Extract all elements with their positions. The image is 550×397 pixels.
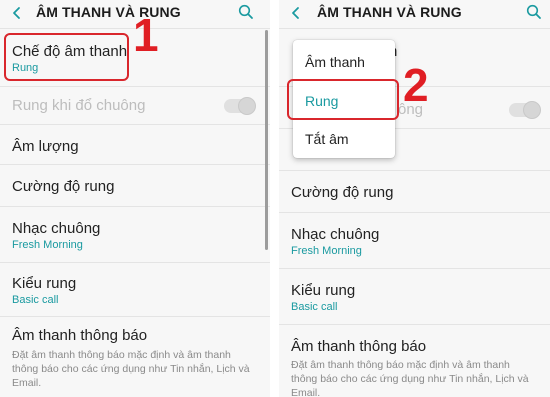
ringtone-row[interactable]: Nhạc chuông Fresh Morning xyxy=(0,206,270,263)
vibration-intensity-row[interactable]: Cường độ rung xyxy=(0,164,270,207)
vibrate-when-ringing-title: Rung khi đổ chuông xyxy=(12,97,146,114)
highlight-box xyxy=(287,79,399,120)
vibration-intensity-row[interactable]: Cường độ rung xyxy=(279,170,550,213)
volume-title: Âm lượng xyxy=(12,138,79,155)
vibration-intensity-title: Cường độ rung xyxy=(291,184,394,201)
chevron-left-icon[interactable] xyxy=(289,6,303,20)
step-number: 2 xyxy=(403,59,429,111)
toggle-knob xyxy=(238,97,256,115)
panel-divider xyxy=(270,0,279,397)
vibrate-when-ringing-toggle[interactable] xyxy=(224,97,256,115)
vibration-intensity-title: Cường độ rung xyxy=(12,178,115,195)
popup-option-mute[interactable]: Tắt âm xyxy=(305,131,349,147)
vibration-pattern-value: Basic call xyxy=(291,301,338,313)
search-icon[interactable] xyxy=(238,4,254,20)
vibration-pattern-value: Basic call xyxy=(12,294,59,306)
notification-sound-row[interactable]: Âm thanh thông báo Đặt âm thanh thông bá… xyxy=(279,324,550,397)
notification-sound-title: Âm thanh thông báo xyxy=(291,338,427,355)
chevron-left-icon[interactable] xyxy=(10,6,24,20)
vibration-pattern-row[interactable]: Kiểu rung Basic call xyxy=(279,268,550,325)
notification-sound-title: Âm thanh thông báo xyxy=(12,327,148,344)
vibrate-when-ringing-toggle[interactable] xyxy=(509,101,541,119)
popup-option-sound[interactable]: Âm thanh xyxy=(305,54,365,70)
page-title: ÂM THANH VÀ RUNG xyxy=(317,4,462,20)
vibrate-when-ringing-row[interactable]: Rung khi đổ chuông xyxy=(0,86,270,125)
ringtone-title: Nhạc chuông xyxy=(291,226,380,243)
ringtone-value: Fresh Morning xyxy=(291,245,362,257)
notification-sound-row[interactable]: Âm thanh thông báo Đặt âm thanh thông bá… xyxy=(0,316,270,397)
step-number: 1 xyxy=(133,9,159,61)
page-title: ÂM THANH VÀ RUNG xyxy=(36,4,181,20)
app-bar: ÂM THANH VÀ RUNG xyxy=(279,0,550,26)
toggle-knob xyxy=(523,101,541,119)
volume-row[interactable]: Âm lượng xyxy=(0,124,270,165)
left-screen: ÂM THANH VÀ RUNG Chế độ âm thanh Rung Ru… xyxy=(0,0,270,397)
vibration-pattern-row[interactable]: Kiểu rung Basic call xyxy=(0,262,270,317)
notification-sound-description: Đặt âm thanh thông báo mặc định và âm th… xyxy=(12,349,250,389)
search-icon[interactable] xyxy=(526,4,542,20)
vibration-pattern-title: Kiểu rung xyxy=(12,275,77,292)
right-screen: ÂM THANH VÀ RUNG h ông Cường độ rung Nhạ… xyxy=(279,0,550,397)
highlight-box xyxy=(4,33,129,81)
ringtone-row[interactable]: Nhạc chuông Fresh Morning xyxy=(279,212,550,269)
scrollbar[interactable] xyxy=(265,30,268,250)
notification-sound-description: Đặt âm thanh thông báo mặc định và âm th… xyxy=(291,359,529,397)
vibration-pattern-title: Kiểu rung xyxy=(291,282,356,299)
ringtone-value: Fresh Morning xyxy=(12,239,83,251)
ringtone-title: Nhạc chuông xyxy=(12,220,101,237)
